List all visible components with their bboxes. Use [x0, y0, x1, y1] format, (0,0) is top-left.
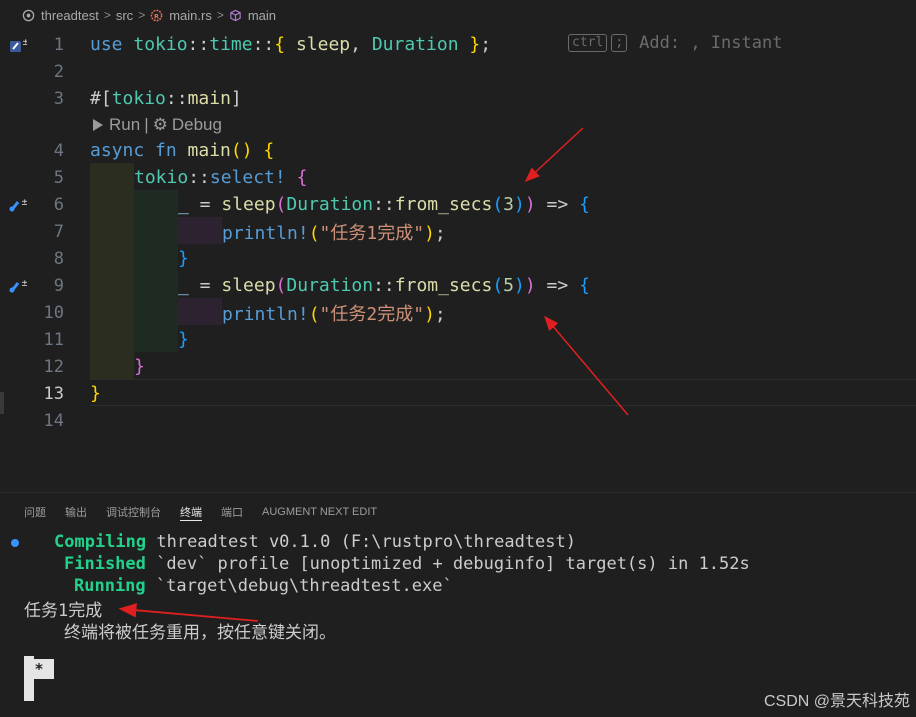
edit-suggestion-icon[interactable]: ±	[8, 196, 28, 214]
line-number: 1	[53, 34, 64, 55]
play-icon	[93, 119, 103, 131]
line-number: 2	[53, 61, 64, 82]
code-text: }	[178, 329, 189, 350]
breadcrumb-label: main.rs	[169, 7, 212, 23]
breadcrumb-separator: >	[103, 8, 111, 22]
code-text: }	[178, 248, 189, 269]
svg-text:±: ±	[21, 279, 27, 289]
rust-file-icon: R	[150, 9, 163, 21]
terminal-message: 终端将被任务重用，按任意键关闭。	[64, 622, 336, 643]
bottom-panel: 问题 输出 调试控制台 终端 端口 AUGMENT NEXT EDIT Comp…	[0, 492, 916, 717]
code-line: 12 }	[0, 353, 916, 380]
terminal-line: Compiling threadtest v0.1.0 (F:\rustpro\…	[54, 532, 576, 552]
code-line: ± 1 use tokio::time::{ sleep, Duration }…	[0, 31, 916, 58]
code-text: use tokio::time::{ sleep, Duration };	[90, 34, 492, 55]
breadcrumb-separator: >	[138, 8, 146, 22]
code-line: 8 }	[0, 245, 916, 272]
code-text: }	[134, 356, 145, 377]
debug-link[interactable]: Debug	[172, 115, 222, 135]
code-line: 10 println!("任务2完成");	[0, 299, 916, 326]
breadcrumb-item-src[interactable]: src	[116, 8, 133, 23]
code-line: 2	[0, 58, 916, 85]
terminal-star-marker: *	[24, 659, 54, 679]
code-line: 3 #[tokio::main]	[0, 85, 916, 112]
codelens: Run | ⚙ Debug	[91, 113, 222, 137]
line-number: 14	[43, 410, 64, 431]
breadcrumb: threadtest > src > R main.rs > main	[0, 0, 916, 30]
tab-debug-console[interactable]: 调试控制台	[106, 503, 161, 521]
code-line: ± 9 _ = sleep(Duration::from_secs(5)) =>…	[0, 272, 916, 299]
gear-icon: ⚙	[152, 115, 168, 134]
tab-ports[interactable]: 端口	[221, 503, 243, 521]
code-text: println!("任务1完成");	[222, 222, 446, 244]
code-text: _ = sleep(Duration::from_secs(5)) => {	[178, 275, 590, 296]
terminal-output-line: 任务1完成	[24, 600, 103, 621]
tab-problems[interactable]: 问题	[24, 503, 46, 521]
line-number: 6	[53, 194, 64, 215]
keycap-semicolon: ;	[611, 34, 628, 52]
code-text: tokio::select! {	[134, 167, 308, 188]
breadcrumb-item-folder[interactable]: threadtest	[22, 8, 99, 23]
line-number: 8	[53, 248, 64, 269]
tab-output[interactable]: 输出	[65, 503, 87, 521]
code-editor[interactable]: ± 1 use tokio::time::{ sleep, Duration }…	[0, 30, 916, 490]
tab-augment-next-edit[interactable]: AUGMENT NEXT EDIT	[262, 503, 377, 521]
code-text: #[tokio::main]	[90, 88, 242, 109]
code-line: 4 async fn main() {	[0, 137, 916, 164]
line-number: 12	[43, 356, 64, 377]
watermark: CSDN @景天科技苑	[763, 693, 910, 710]
codelens-separator: |	[144, 115, 149, 134]
code-text: }	[90, 383, 101, 404]
terminal-line: Running `target\debug\threadtest.exe`	[74, 576, 453, 596]
breadcrumb-label: threadtest	[41, 7, 99, 23]
command-status-dot-icon[interactable]	[11, 539, 19, 547]
breadcrumb-item-file[interactable]: R main.rs	[150, 8, 212, 23]
edit-suggestion-icon[interactable]: ±	[8, 36, 28, 54]
code-text: println!("任务2完成");	[222, 303, 446, 325]
svg-text:±: ±	[21, 198, 27, 208]
breadcrumb-label: src	[115, 7, 134, 23]
target-icon	[22, 9, 35, 21]
svg-text:±: ±	[22, 38, 27, 48]
breadcrumb-separator: >	[216, 8, 224, 22]
code-text: _ = sleep(Duration::from_secs(3)) => {	[178, 194, 590, 215]
keycap-ctrl: ctrl	[568, 34, 608, 52]
cube-icon	[230, 9, 241, 21]
code-line: 11 }	[0, 326, 916, 353]
run-link[interactable]: Run	[109, 115, 140, 135]
panel-tabs: 问题 输出 调试控制台 终端 端口 AUGMENT NEXT EDIT	[24, 503, 396, 521]
terminal-line: Finished `dev` profile [unoptimized + de…	[64, 554, 750, 574]
line-number: 3	[53, 88, 64, 109]
breadcrumb-label: main	[247, 7, 277, 23]
line-number: 9	[53, 275, 64, 296]
line-number: 13	[43, 383, 64, 404]
code-line: 13 }	[0, 380, 916, 407]
line-number: 5	[53, 167, 64, 188]
line-number: 10	[43, 302, 64, 323]
code-line: 5 tokio::select! {	[0, 164, 916, 191]
breadcrumb-item-symbol[interactable]: main	[229, 8, 276, 23]
code-line: 14	[0, 407, 916, 434]
svg-text:R: R	[154, 12, 159, 20]
tab-terminal[interactable]: 终端	[180, 503, 202, 521]
inline-suggestion-hint: ctrl ; Add: , Instant	[568, 33, 782, 53]
line-number: 7	[53, 221, 64, 242]
line-number: 4	[53, 140, 64, 161]
edit-suggestion-icon[interactable]: ±	[8, 277, 28, 295]
hint-text: Add: , Instant	[639, 33, 783, 53]
line-number: 11	[43, 329, 64, 350]
code-line: 7 println!("任务1完成");	[0, 218, 916, 245]
code-line: ± 6 _ = sleep(Duration::from_secs(3)) =>…	[0, 191, 916, 218]
code-text: async fn main() {	[90, 140, 275, 161]
